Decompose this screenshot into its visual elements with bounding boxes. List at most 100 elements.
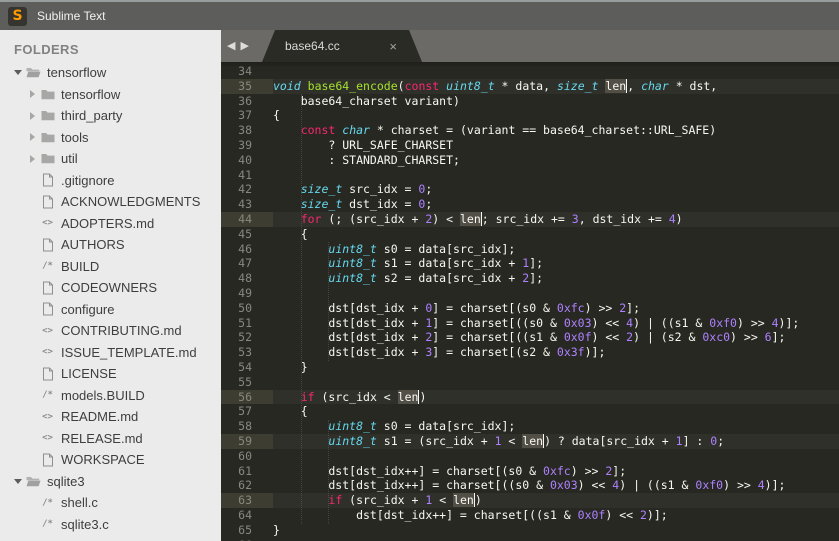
code-line-45[interactable]: 45 { [221, 227, 839, 242]
code-line-65[interactable]: 65} [221, 523, 839, 538]
line-number[interactable]: 64 [221, 508, 273, 523]
collapse-arrow-icon[interactable] [12, 479, 24, 484]
sidebar-item-license[interactable]: LICENSE [0, 363, 221, 385]
line-number[interactable]: 54 [221, 360, 273, 375]
code-line-47[interactable]: 47 uint8_t s1 = data[src_idx + 1]; [221, 256, 839, 271]
code-line-52[interactable]: 52 dst[dst_idx + 2] = charset[((s1 & 0x0… [221, 330, 839, 345]
line-number[interactable]: 66 [221, 538, 273, 541]
line-number[interactable]: 50 [221, 301, 273, 316]
line-number[interactable]: 44 [221, 212, 273, 227]
tab-base64cc[interactable]: base64.cc × [262, 30, 422, 62]
line-number[interactable]: 60 [221, 449, 273, 464]
line-number[interactable]: 53 [221, 345, 273, 360]
selected-word[interactable]: len [522, 434, 544, 448]
sidebar-item-issue-template-md[interactable]: <>ISSUE_TEMPLATE.md [0, 342, 221, 364]
line-number[interactable]: 46 [221, 242, 273, 257]
sidebar-item-authors[interactable]: AUTHORS [0, 234, 221, 256]
sidebar-item-models-build[interactable]: /*models.BUILD [0, 385, 221, 407]
line-number[interactable]: 65 [221, 523, 273, 538]
sidebar-item-tensorflow[interactable]: tensorflow [0, 62, 221, 84]
sidebar-item-build[interactable]: /*BUILD [0, 256, 221, 278]
tab-scroll-left-icon[interactable]: ◀ [227, 39, 235, 52]
sidebar-item-readme-md[interactable]: <>README.md [0, 406, 221, 428]
code-line-35[interactable]: 35void base64_encode(const uint8_t * dat… [221, 79, 839, 94]
code-line-46[interactable]: 46 uint8_t s0 = data[src_idx]; [221, 242, 839, 257]
collapse-arrow-icon[interactable] [12, 70, 24, 75]
code-line-37[interactable]: 37{ [221, 108, 839, 123]
code-line-59[interactable]: 59 uint8_t s1 = (src_idx + 1 < len) ? da… [221, 434, 839, 449]
tab-scroll-right-icon[interactable]: ▶ [240, 39, 248, 52]
sidebar-item-codeowners[interactable]: CODEOWNERS [0, 277, 221, 299]
line-number[interactable]: 34 [221, 64, 273, 79]
code-line-39[interactable]: 39 ? URL_SAFE_CHARSET [221, 138, 839, 153]
sidebar-item-tools[interactable]: tools [0, 127, 221, 149]
code-line-61[interactable]: 61 dst[dst_idx++] = charset[(s0 & 0xfc) … [221, 464, 839, 479]
expand-arrow-icon[interactable] [26, 90, 38, 98]
line-number[interactable]: 38 [221, 123, 273, 138]
sidebar-item-contributing-md[interactable]: <>CONTRIBUTING.md [0, 320, 221, 342]
selected-word[interactable]: len [605, 79, 627, 93]
code-line-49[interactable]: 49 [221, 286, 839, 301]
line-number[interactable]: 51 [221, 316, 273, 331]
line-number[interactable]: 58 [221, 419, 273, 434]
sidebar-item-configure[interactable]: configure [0, 299, 221, 321]
code-line-55[interactable]: 55 [221, 375, 839, 390]
line-number[interactable]: 49 [221, 286, 273, 301]
code-line-54[interactable]: 54 } [221, 360, 839, 375]
line-number[interactable]: 63 [221, 493, 273, 508]
selected-word[interactable]: len [453, 493, 475, 507]
line-number[interactable]: 43 [221, 197, 273, 212]
line-number[interactable]: 48 [221, 271, 273, 286]
sidebar-item-workspace[interactable]: WORKSPACE [0, 449, 221, 471]
sidebar-item-adopters-md[interactable]: <>ADOPTERS.md [0, 213, 221, 235]
line-number[interactable]: 37 [221, 108, 273, 123]
line-number[interactable]: 57 [221, 404, 273, 419]
line-number[interactable]: 42 [221, 182, 273, 197]
line-number[interactable]: 47 [221, 256, 273, 271]
selected-word[interactable]: len [460, 212, 482, 226]
sidebar-item-gitignore[interactable]: .gitignore [0, 170, 221, 192]
code-line-34[interactable]: 34 [221, 64, 839, 79]
code-line-64[interactable]: 64 dst[dst_idx++] = charset[((s1 & 0x0f)… [221, 508, 839, 523]
code-line-41[interactable]: 41 [221, 168, 839, 183]
sidebar-item-tensorflow[interactable]: tensorflow [0, 84, 221, 106]
sidebar-item-util[interactable]: util [0, 148, 221, 170]
code-line-58[interactable]: 58 uint8_t s0 = data[src_idx]; [221, 419, 839, 434]
code-line-36[interactable]: 36 base64_charset variant) [221, 94, 839, 109]
sidebar-item-release-md[interactable]: <>RELEASE.md [0, 428, 221, 450]
code-line-50[interactable]: 50 dst[dst_idx + 0] = charset[(s0 & 0xfc… [221, 301, 839, 316]
code-line-60[interactable]: 60 [221, 449, 839, 464]
code-line-62[interactable]: 62 dst[dst_idx++] = charset[((s0 & 0x03)… [221, 478, 839, 493]
code-line-44[interactable]: 44 for (; (src_idx + 2) < len; src_idx +… [221, 212, 839, 227]
code-line-51[interactable]: 51 dst[dst_idx + 1] = charset[((s0 & 0x0… [221, 316, 839, 331]
code-area[interactable]: 3435void base64_encode(const uint8_t * d… [221, 62, 839, 541]
code-line-53[interactable]: 53 dst[dst_idx + 3] = charset[(s2 & 0x3f… [221, 345, 839, 360]
code-line-66[interactable]: 66 [221, 538, 839, 541]
code-line-38[interactable]: 38 const char * charset = (variant == ba… [221, 123, 839, 138]
line-number[interactable]: 62 [221, 478, 273, 493]
expand-arrow-icon[interactable] [26, 112, 38, 120]
line-number[interactable]: 36 [221, 94, 273, 109]
line-number[interactable]: 56 [221, 390, 273, 405]
line-number[interactable]: 41 [221, 168, 273, 183]
sidebar-item-shell-c[interactable]: /*shell.c [0, 492, 221, 514]
line-number[interactable]: 52 [221, 330, 273, 345]
sidebar-item-third-party[interactable]: third_party [0, 105, 221, 127]
line-number[interactable]: 35 [221, 79, 273, 94]
code-line-56[interactable]: 56 if (src_idx < len) [221, 390, 839, 405]
selected-word[interactable]: len [398, 390, 420, 404]
sidebar-item-sqlite3[interactable]: sqlite3 [0, 471, 221, 493]
line-number[interactable]: 39 [221, 138, 273, 153]
code-line-43[interactable]: 43 size_t dst_idx = 0; [221, 197, 839, 212]
code-line-63[interactable]: 63 if (src_idx + 1 < len) [221, 493, 839, 508]
code-line-48[interactable]: 48 uint8_t s2 = data[src_idx + 2]; [221, 271, 839, 286]
tab-close-icon[interactable]: × [389, 39, 397, 54]
line-number[interactable]: 61 [221, 464, 273, 479]
code-line-40[interactable]: 40 : STANDARD_CHARSET; [221, 153, 839, 168]
expand-arrow-icon[interactable] [26, 133, 38, 141]
sidebar-item-acknowledgments[interactable]: ACKNOWLEDGMENTS [0, 191, 221, 213]
sidebar-item-sqlite3-c[interactable]: /*sqlite3.c [0, 514, 221, 536]
line-number[interactable]: 45 [221, 227, 273, 242]
line-number[interactable]: 55 [221, 375, 273, 390]
line-number[interactable]: 40 [221, 153, 273, 168]
